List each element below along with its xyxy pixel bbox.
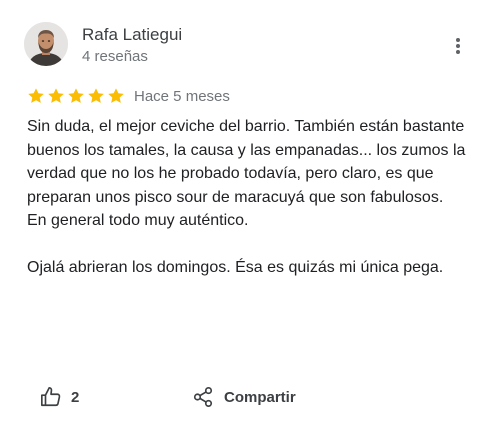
review-time: Hace 5 meses [134,87,230,105]
star-icon [88,88,104,103]
review-paragraph-1: Sin duda, el mejor ceviche del barrio. T… [27,118,466,229]
star-icon [68,88,84,103]
star-icon [48,88,64,103]
author-name[interactable]: Rafa Latiegui [82,25,182,45]
rating-row: Hace 5 meses [27,87,230,105]
star-rating [27,87,125,105]
avatar-photo [24,22,68,66]
thumbs-up-icon [40,386,62,408]
review-paragraph-2: Ojalá abrieran los domingos. Ésa es quiz… [27,259,444,276]
more-options-button[interactable] [446,32,470,60]
more-vert-icon [456,38,460,54]
review-text: Sin duda, el mejor ceviche del barrio. T… [27,115,467,280]
share-label: Compartir [224,388,296,406]
share-button[interactable]: Compartir [192,382,296,412]
author-review-count: 4 reseñas [82,48,148,65]
like-count: 2 [71,388,80,406]
like-button[interactable]: 2 [40,382,79,412]
star-icon [28,88,44,103]
share-icon [192,386,214,408]
star-icon [108,88,124,103]
avatar[interactable] [24,22,68,66]
